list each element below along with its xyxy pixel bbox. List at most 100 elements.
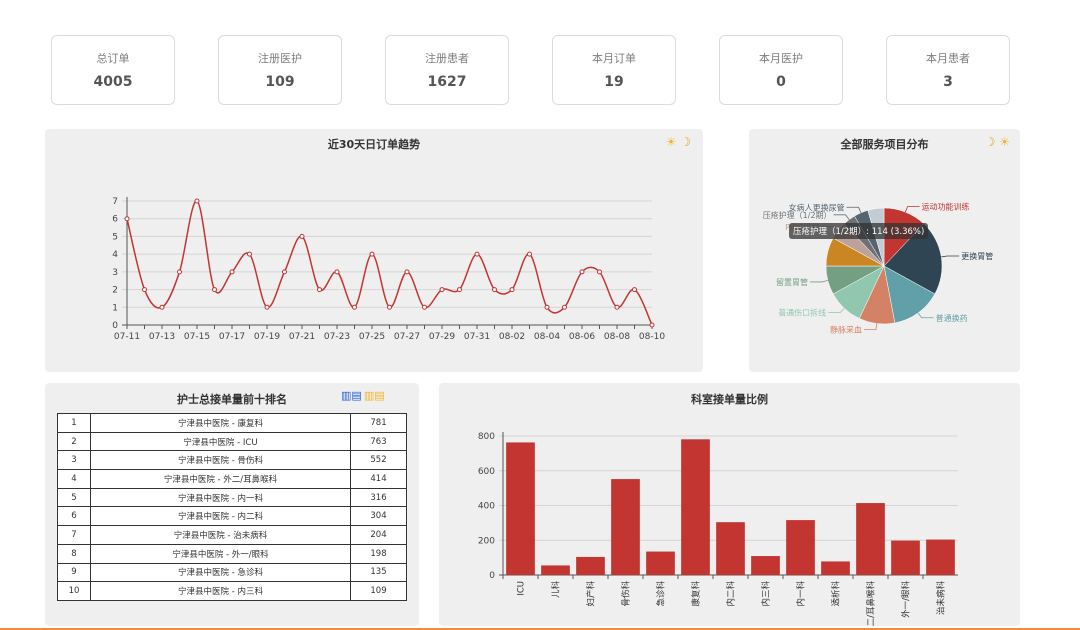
data-point[interactable] bbox=[492, 287, 497, 293]
bar[interactable] bbox=[611, 479, 640, 575]
y-tick-label: 0 bbox=[112, 321, 118, 331]
stat-card-registered-patients: 注册患者 1627 bbox=[385, 35, 509, 105]
label-line bbox=[904, 206, 920, 213]
bar[interactable] bbox=[821, 561, 850, 575]
x-tick-label: 07-23 bbox=[324, 332, 350, 342]
data-point[interactable] bbox=[439, 287, 445, 293]
data-point[interactable] bbox=[352, 304, 357, 310]
label-line bbox=[828, 308, 845, 314]
data-point[interactable] bbox=[562, 304, 567, 310]
data-point[interactable] bbox=[649, 322, 655, 328]
data-point[interactable] bbox=[527, 251, 532, 257]
data-point[interactable] bbox=[247, 251, 252, 257]
x-tick-label: 08-10 bbox=[639, 332, 665, 342]
bar[interactable] bbox=[681, 439, 710, 575]
rank-cell: 10 bbox=[57, 581, 91, 601]
stat-value: 4005 bbox=[93, 74, 133, 90]
stat-label: 总订单 bbox=[96, 52, 130, 65]
table-row: 6 宁津县中医院 - 内二科 304 bbox=[57, 506, 407, 527]
stat-label: 注册患者 bbox=[425, 52, 469, 65]
bar[interactable] bbox=[716, 522, 745, 575]
data-point[interactable] bbox=[509, 287, 515, 293]
count-cell: 135 bbox=[350, 562, 407, 583]
data-point[interactable] bbox=[317, 287, 322, 293]
bar[interactable] bbox=[576, 556, 605, 575]
y-tick-label: 6 bbox=[112, 215, 118, 225]
label-line bbox=[941, 255, 960, 258]
data-point[interactable] bbox=[124, 216, 130, 222]
rank-cell: 3 bbox=[57, 450, 91, 471]
x-tick-label: 08-08 bbox=[604, 332, 630, 342]
slice-label: 更换胃管 bbox=[961, 251, 993, 261]
stat-label: 注册医护 bbox=[258, 52, 302, 65]
y-tick-label: 400 bbox=[478, 502, 495, 512]
bar[interactable] bbox=[856, 503, 885, 575]
bar-chart-alt-icon[interactable]: ▤ bbox=[351, 389, 361, 402]
bar-chart-icon[interactable]: ▥ bbox=[341, 389, 351, 402]
department-bar-chart: 0 200 400 600 800 ICU 儿科 妇产科 骨伤科 急诊科 康复科 内二科 内三科 内一科 透… bbox=[478, 432, 958, 626]
service-pie-chart: 运动功能训练更换胃管普通换药静脉采血普通伤口拆线留置胃管PICC维护压疮护理（1… bbox=[763, 201, 994, 334]
x-tick-label: 07-25 bbox=[359, 332, 385, 342]
bar[interactable] bbox=[646, 551, 675, 575]
data-point[interactable] bbox=[457, 287, 462, 293]
x-tick-label: 骨伤科 bbox=[621, 581, 632, 607]
y-tick-label: 0 bbox=[489, 571, 495, 581]
count-cell: 414 bbox=[350, 469, 407, 489]
table-row: 5 宁津县中医院 - 内一科 316 bbox=[57, 487, 407, 508]
name-cell: 宁津县中医院 - 内一科 bbox=[90, 487, 351, 508]
stat-label: 本月订单 bbox=[592, 52, 636, 65]
count-cell: 763 bbox=[350, 431, 407, 452]
data-point[interactable] bbox=[597, 269, 602, 275]
data-point[interactable] bbox=[229, 269, 235, 275]
x-tick-label: 07-15 bbox=[184, 332, 210, 342]
bar-chart-icon[interactable]: ▥ bbox=[364, 389, 374, 402]
stat-card-total-orders: 总订单 4005 bbox=[51, 35, 175, 105]
data-point[interactable] bbox=[387, 304, 392, 310]
label-line bbox=[863, 323, 878, 330]
data-point[interactable] bbox=[579, 269, 585, 275]
data-point[interactable] bbox=[544, 304, 550, 310]
data-point[interactable] bbox=[177, 269, 182, 275]
bar[interactable] bbox=[926, 539, 955, 575]
x-tick-label: 康复科 bbox=[691, 581, 702, 607]
bar[interactable] bbox=[541, 565, 570, 575]
x-tick-label: 急诊科 bbox=[656, 581, 667, 607]
name-cell: 宁津县中医院 - 外一/眼科 bbox=[90, 543, 351, 564]
x-tick-label: 儿科 bbox=[551, 581, 562, 599]
data-point[interactable] bbox=[369, 251, 375, 257]
x-tick-label: 外一/眼科 bbox=[901, 581, 912, 618]
data-point[interactable] bbox=[142, 287, 147, 293]
data-point[interactable] bbox=[404, 269, 410, 275]
table-row: 10 宁津县中医院 - 内三科 109 bbox=[57, 581, 407, 601]
data-point[interactable] bbox=[422, 304, 427, 310]
bar[interactable] bbox=[891, 540, 920, 575]
trend-line-chart: 0 1 2 3 4 5 6 7 07-11 07-13 07-15 07-17 07-19 07-21 07… bbox=[112, 197, 665, 342]
data-point[interactable] bbox=[194, 198, 200, 204]
bar[interactable] bbox=[751, 556, 780, 575]
data-point[interactable] bbox=[299, 233, 305, 239]
rank-cell: 4 bbox=[57, 469, 91, 489]
slice-label: 普通换药 bbox=[936, 313, 968, 323]
table-row: 4 宁津县中医院 - 外二/耳鼻喉科 414 bbox=[57, 469, 407, 489]
label-line bbox=[846, 206, 862, 213]
ranking-table: 1 宁津县中医院 - 康复科 781 2 宁津县中医院 - ICU 763 3 宁津县中医院 … bbox=[57, 413, 407, 601]
data-point[interactable] bbox=[632, 287, 637, 293]
data-point[interactable] bbox=[212, 287, 217, 293]
stat-card-month-patients: 本月患者 3 bbox=[886, 35, 1010, 105]
stat-card-month-nurses: 本月医护 0 bbox=[719, 35, 843, 105]
slice-label: 女病人更换尿管 bbox=[789, 202, 845, 212]
data-point[interactable] bbox=[334, 269, 340, 275]
x-tick-label: 07-31 bbox=[464, 332, 490, 342]
data-point[interactable] bbox=[474, 251, 480, 257]
bar[interactable] bbox=[786, 520, 815, 575]
bar-chart-alt-icon[interactable]: ▤ bbox=[374, 389, 384, 402]
data-point[interactable] bbox=[282, 269, 287, 275]
data-point[interactable] bbox=[614, 304, 620, 310]
y-tick-label: 5 bbox=[112, 232, 118, 242]
rank-cell: 8 bbox=[57, 543, 91, 564]
pie-tooltip: 压疮护理（1/2期）: 114 (3.36%) bbox=[789, 223, 929, 239]
data-point[interactable] bbox=[264, 304, 270, 310]
x-tick-label: 08-06 bbox=[569, 332, 595, 342]
bar[interactable] bbox=[506, 442, 535, 575]
data-point[interactable] bbox=[159, 304, 165, 310]
